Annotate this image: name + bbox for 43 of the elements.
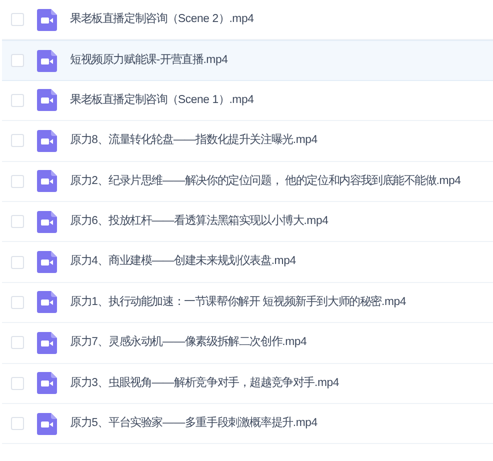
checkbox[interactable] xyxy=(11,54,24,68)
video-file-icon xyxy=(37,372,57,394)
video-file-icon xyxy=(37,130,57,152)
file-name: 原力3、虫眼视角——解析竞争对手，超越竞争对手.mp4 xyxy=(70,375,340,391)
file-row[interactable]: 原力7、灵感永动机——像素级拆解二次创作.mp4 xyxy=(2,323,493,364)
file-name: 原力6、投放杠杆——看透算法黑箱实现以小博大.mp4 xyxy=(70,213,328,230)
file-name: 原力8、流量转化轮盘——指数化提升关注曝光.mp4 xyxy=(70,132,318,148)
checkbox[interactable] xyxy=(11,215,24,228)
video-file-icon xyxy=(37,210,57,233)
checkbox[interactable] xyxy=(11,256,24,269)
file-name: 原力4、商业建模——创建未来规划仪表盘.mp4 xyxy=(70,253,296,270)
checkbox[interactable] xyxy=(11,174,24,188)
video-file-icon xyxy=(37,412,57,435)
video-file-icon xyxy=(37,89,57,112)
file-name: 原力7、灵感永动机——像素级拆解二次创作.mp4 xyxy=(70,334,307,350)
checkbox[interactable] xyxy=(11,336,24,350)
file-name: 原力1、执行动能加速：一节课帮你解开 短视频新手到大师的秘密.mp4 xyxy=(70,294,406,310)
checkbox[interactable] xyxy=(11,376,24,390)
file-row[interactable]: 原力1、执行动能加速：一节课帮你解开 短视频新手到大师的秘密.mp4 xyxy=(2,282,493,324)
file-row[interactable]: 原力4、商业建模——创建未来规划仪表盘.mp4 xyxy=(2,242,493,283)
file-row[interactable]: 原力2、纪录片思维——解决你的定位问题， 他的定位和内容我到底能不能做.mp4 xyxy=(2,162,493,202)
video-file-icon xyxy=(37,50,57,72)
video-file-icon xyxy=(37,251,57,274)
file-row[interactable]: 原力5、平台实验家——多重手段刺激概率提升.mp4 xyxy=(2,404,493,444)
file-name: 果老板直播定制咨询（Scene 1）.mp4 xyxy=(70,92,254,108)
file-row[interactable]: 果老板直播定制咨询（Scene 1）.mp4 xyxy=(2,80,493,122)
checkbox[interactable] xyxy=(11,94,24,107)
checkbox[interactable] xyxy=(11,13,24,26)
file-name: 短视频原力赋能课-开营直播.mp4 xyxy=(70,52,228,68)
file-row[interactable]: 原力3、虫眼视角——解析竞争对手，超越竞争对手.mp4 xyxy=(2,364,493,404)
checkbox[interactable] xyxy=(11,296,24,309)
file-name: 果老板直播定制咨询（Scene 2）.mp4 xyxy=(70,12,254,28)
file-name: 原力2、纪录片思维——解决你的定位问题， 他的定位和内容我到底能不能做.mp4 xyxy=(70,173,461,189)
file-row[interactable]: 原力6、投放杠杆——看透算法黑箱实现以小博大.mp4 xyxy=(2,202,493,242)
file-row[interactable]: 原力8、流量转化轮盘——指数化提升关注曝光.mp4 xyxy=(2,121,493,162)
video-file-icon xyxy=(37,291,57,314)
checkbox[interactable] xyxy=(11,134,24,148)
file-name: 原力5、平台实验家——多重手段刺激概率提升.mp4 xyxy=(70,415,318,432)
video-file-icon xyxy=(37,170,57,192)
video-file-icon xyxy=(37,332,57,354)
file-row[interactable]: 短视频原力赋能课-开营直播.mp4 xyxy=(2,40,493,81)
video-file-icon xyxy=(37,8,57,31)
checkbox[interactable] xyxy=(11,417,24,430)
